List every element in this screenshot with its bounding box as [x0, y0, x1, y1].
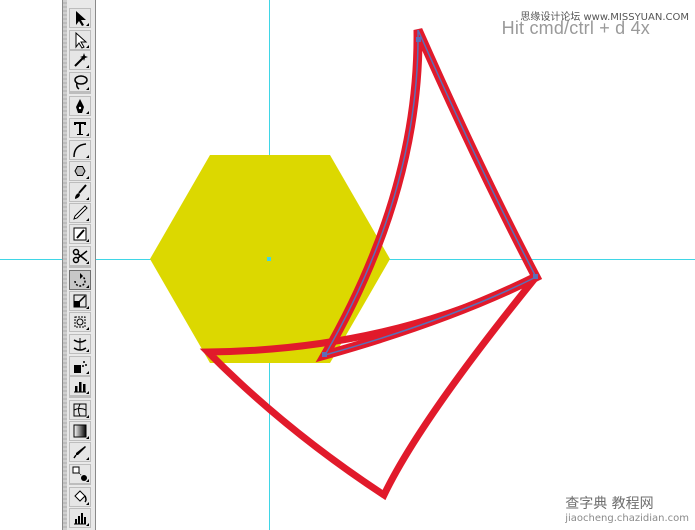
artboard[interactable]	[0, 0, 695, 530]
flyout-indicator	[83, 133, 89, 136]
anchor-point[interactable]	[533, 274, 538, 279]
flyout-indicator	[83, 436, 89, 439]
flyout-indicator	[83, 23, 89, 26]
flyout-indicator	[83, 45, 89, 48]
live-paint-tool[interactable]	[69, 487, 91, 507]
paintbrush-tool[interactable]	[69, 182, 91, 202]
flyout-indicator	[83, 415, 89, 418]
flyout-indicator	[83, 479, 89, 482]
flyout-indicator	[83, 218, 89, 221]
flyout-indicator	[83, 87, 89, 90]
blob-brush-tool[interactable]	[69, 224, 91, 244]
scale-tool[interactable]	[69, 291, 91, 311]
warp-tool[interactable]	[69, 334, 91, 354]
tool-group-separator	[69, 483, 91, 485]
tool-group-separator	[69, 266, 91, 268]
rotate-tool[interactable]	[69, 270, 91, 290]
type-tool[interactable]	[69, 118, 91, 138]
center-point	[267, 257, 271, 261]
flyout-indicator	[83, 457, 89, 460]
watermark-top: 思缘设计论坛 www.MISSYUAN.COM	[520, 12, 689, 23]
pen-tool[interactable]	[69, 96, 91, 116]
graph-tool[interactable]	[69, 508, 91, 528]
free-transform-tool[interactable]	[69, 312, 91, 332]
direct-selection-tool[interactable]	[69, 30, 91, 50]
eyedropper-tool[interactable]	[69, 442, 91, 462]
tool-group-separator	[69, 92, 91, 94]
flyout-indicator	[83, 65, 89, 68]
flyout-indicator	[83, 349, 89, 352]
anchor-point[interactable]	[322, 352, 327, 357]
tool-group-separator	[69, 396, 91, 398]
blend-tool[interactable]	[69, 464, 91, 484]
pencil-tool[interactable]	[69, 203, 91, 223]
symbol-sprayer-tool[interactable]	[69, 356, 91, 376]
mesh-tool[interactable]	[69, 400, 91, 420]
scissors-tool[interactable]	[69, 246, 91, 266]
flyout-indicator	[83, 306, 89, 309]
artwork	[150, 28, 543, 501]
magic-wand-tool[interactable]	[69, 50, 91, 70]
column-graph-tool[interactable]	[69, 376, 91, 396]
flyout-indicator	[83, 176, 89, 179]
gradient-tool[interactable]	[69, 421, 91, 441]
polygon-tool[interactable]	[69, 161, 91, 181]
flyout-indicator	[83, 502, 89, 505]
watermark-bottom-text: 查字典 教程网	[565, 496, 654, 512]
arc-tool[interactable]	[69, 140, 91, 160]
flyout-indicator	[83, 371, 89, 374]
flyout-indicator	[83, 261, 89, 264]
flyout-indicator	[83, 523, 89, 526]
flyout-indicator	[83, 111, 89, 114]
watermark-bottom: 查字典 教程网 jiaocheng.chazidian.com	[565, 493, 689, 524]
flyout-indicator	[83, 239, 89, 242]
panel-grip[interactable]	[63, 0, 67, 530]
selection-tool[interactable]	[69, 8, 91, 28]
anchor-point[interactable]	[416, 37, 421, 42]
lasso-tool[interactable]	[69, 72, 91, 92]
flyout-indicator	[83, 197, 89, 200]
watermark-bottom-url: jiaocheng.chazidian.com	[565, 513, 689, 524]
tools-panel	[62, 0, 96, 530]
flyout-indicator	[83, 155, 89, 158]
flyout-indicator	[83, 285, 89, 288]
flyout-indicator	[83, 391, 89, 394]
flyout-indicator	[83, 327, 89, 330]
